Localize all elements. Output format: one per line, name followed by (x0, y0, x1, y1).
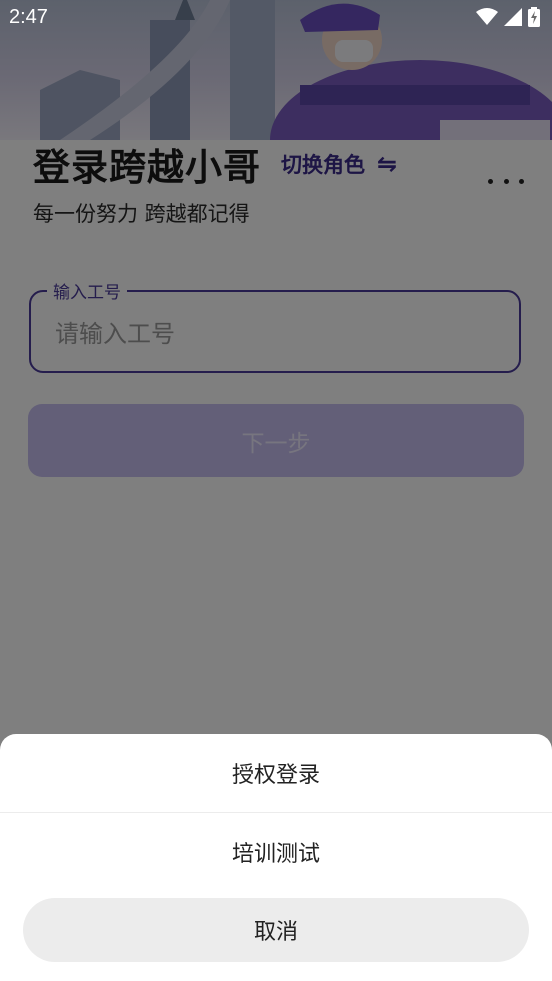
authorize-login-option[interactable]: 授权登录 (0, 734, 552, 812)
wifi-icon (476, 8, 498, 25)
cancel-button[interactable]: 取消 (23, 898, 529, 962)
status-bar: 2:47 (0, 0, 552, 38)
cell-signal-icon (504, 8, 522, 26)
status-icons (476, 7, 540, 27)
action-sheet: 授权登录 培训测试 取消 (0, 734, 552, 981)
training-test-option[interactable]: 培训测试 (0, 813, 552, 891)
battery-charging-icon (528, 7, 540, 27)
status-time: 2:47 (9, 6, 48, 28)
